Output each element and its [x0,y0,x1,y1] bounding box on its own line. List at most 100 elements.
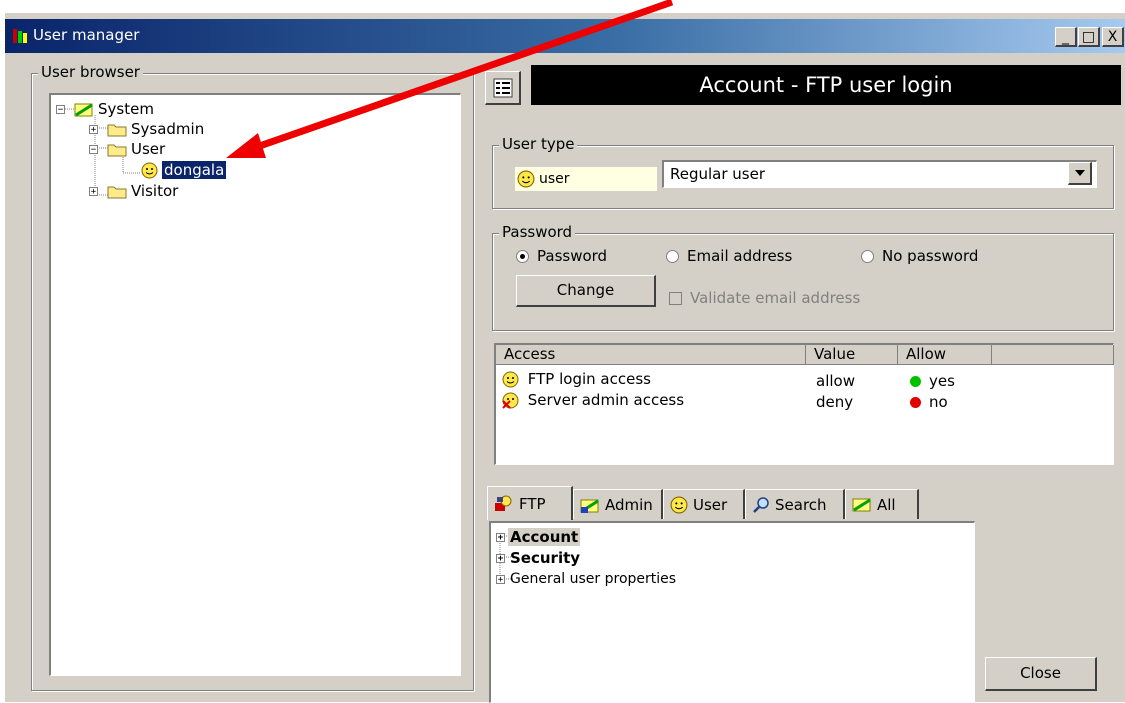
password-legend: Password [499,223,576,241]
property-node-general[interactable]: + General user properties [496,571,678,587]
tree-label-selected: dongala [162,161,227,179]
minimize-icon: _ [1062,29,1069,45]
tree-node-user[interactable]: − User [89,140,165,158]
expand-icon[interactable]: + [89,186,98,196]
title-bar[interactable]: User manager _ □ X [5,19,1125,53]
grid-icon [493,78,512,98]
app-icon [13,29,27,43]
validate-email-checkbox[interactable]: Validate email address [669,289,860,307]
validate-email-label: Validate email address [690,289,861,307]
folder-icon [107,186,127,198]
tab-user[interactable]: User [663,489,745,519]
expand-icon[interactable]: + [496,532,505,542]
access-allow-cell: no [910,393,948,411]
smiley-icon [141,162,158,178]
change-password-button[interactable]: Change [516,275,656,307]
table-row[interactable]: Server admin access [502,391,684,409]
property-label: Security [510,549,581,567]
tab-label: FTP [519,494,546,513]
green-dot-icon [910,376,921,387]
smiley-icon [517,170,535,188]
table-row[interactable]: FTP login access [502,370,651,388]
folder-open-icon [107,144,127,156]
page-title: Account - FTP user login [531,65,1121,105]
expand-icon[interactable]: + [496,553,505,563]
collapse-icon[interactable]: − [89,144,98,154]
radio-email-address[interactable]: Email address [666,247,792,265]
user-manager-window: User manager _ □ X User browser − System… [4,12,1125,703]
user-type-legend: User type [499,135,578,153]
radio-no-password[interactable]: No password [861,247,978,265]
tab-strip: FTP Admin User Search All [487,486,947,521]
property-node-account[interactable]: + Account [496,528,581,546]
folder-icon [107,124,127,136]
radio-password[interactable]: Password [516,247,607,265]
view-toggle-button[interactable] [485,71,521,105]
window-title: User manager [33,26,140,44]
tree-node-visitor[interactable]: + Visitor [89,182,178,200]
user-type-select[interactable]: Regular user [662,160,1097,188]
radio-selected-icon [516,250,529,263]
smiley-icon [502,371,519,388]
tree-label: System [98,100,154,118]
user-browser-legend: User browser [38,63,143,81]
tab-label: All [877,495,896,514]
red-dot-icon [910,397,921,408]
tab-label: User [693,495,728,514]
user-type-value: Regular user [670,165,766,183]
access-allow-cell: yes [910,372,955,390]
column-header-value[interactable]: Value [806,345,898,365]
column-header-access[interactable]: Access [496,345,806,365]
expand-icon[interactable]: + [496,574,505,584]
radio-icon [666,250,679,263]
tree-node-dongala[interactable]: dongala [141,161,227,179]
checkbox-icon [669,291,682,305]
collapse-icon[interactable]: − [56,104,65,114]
close-icon: X [1107,29,1118,45]
user-type-badge: user [515,167,657,191]
tree-node-system[interactable]: − System [56,100,154,118]
tree-label: User [131,140,166,158]
tree-label: Sysadmin [131,120,205,138]
user-tree[interactable]: − System + Sysadmin − User dongala + Vis… [49,93,461,676]
radio-label: Email address [687,247,793,265]
close-button[interactable]: Close [985,657,1097,691]
search-icon [753,496,769,513]
property-tree[interactable]: + Account + Security + General user prop… [489,521,975,703]
admin-icon [580,499,599,513]
radio-label: Password [537,247,608,265]
access-value: deny [816,393,854,411]
chevron-down-icon [1074,170,1085,176]
property-label: Account [508,528,581,546]
access-table[interactable]: Access Value Allow FTP login access allo… [494,343,1114,465]
dropdown-button[interactable] [1068,162,1092,185]
access-allow: yes [929,372,955,390]
property-node-security[interactable]: + Security [496,549,582,567]
denied-user-icon [502,392,519,409]
radio-label: No password [882,247,979,265]
column-header-empty [992,345,1114,365]
tab-label: Admin [605,495,653,514]
access-allow: no [929,393,948,411]
minimize-button[interactable]: _ [1055,27,1077,47]
user-badge-label: user [539,171,570,187]
tab-label: Search [775,495,827,514]
access-name: FTP login access [527,370,651,388]
column-header-allow[interactable]: Allow [898,345,992,365]
tab-search[interactable]: Search [745,489,845,519]
maximize-icon: □ [1081,29,1096,45]
smiley-icon [670,496,688,513]
tree-node-sysadmin[interactable]: + Sysadmin [89,120,204,138]
tab-ftp[interactable]: FTP [487,486,573,520]
maximize-button[interactable]: □ [1078,27,1100,47]
property-label: General user properties [510,571,677,587]
system-icon [74,103,93,116]
expand-icon[interactable]: + [89,124,98,134]
ftp-icon [495,495,512,511]
tab-all[interactable]: All [845,489,919,519]
radio-icon [861,250,874,263]
access-name: Server admin access [527,391,685,409]
tree-label: Visitor [131,182,179,200]
close-window-button[interactable]: X [1102,27,1124,47]
tab-admin[interactable]: Admin [573,489,663,519]
